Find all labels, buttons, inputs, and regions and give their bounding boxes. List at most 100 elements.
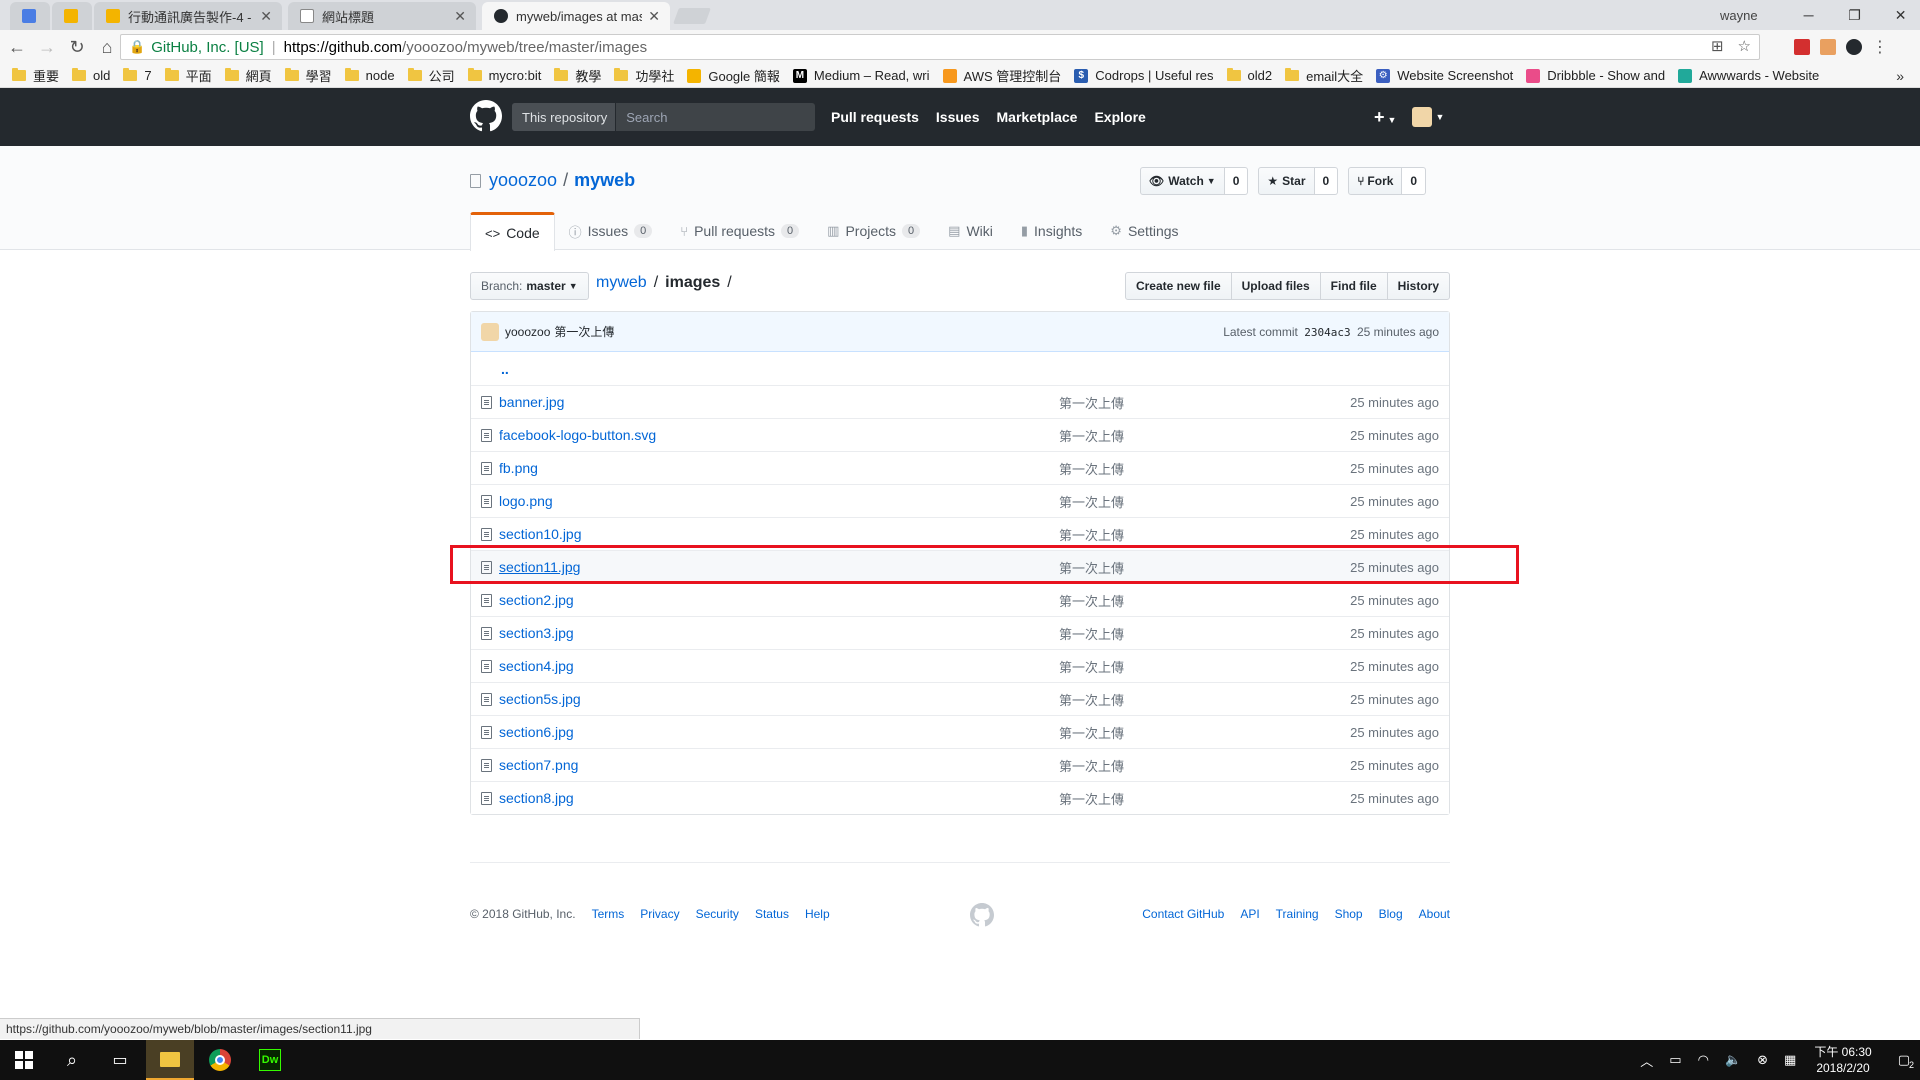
extension-orange-icon[interactable] xyxy=(1820,39,1836,55)
file-commit-message[interactable]: 第一次上傳 xyxy=(1059,624,1309,643)
star-count[interactable]: 0 xyxy=(1314,167,1339,195)
taskbar-clock[interactable]: 下午 06:30 2018/2/20 xyxy=(1814,1044,1871,1076)
repo-owner-link[interactable]: yooozoo xyxy=(489,170,557,191)
file-name-link[interactable]: section8.jpg xyxy=(499,790,1059,806)
extension-red-icon[interactable] xyxy=(1794,39,1810,55)
browser-tab-active[interactable]: myweb/images at mast ✕ xyxy=(482,2,670,30)
ev-certificate-label[interactable]: GitHub, Inc. [US] xyxy=(151,39,264,56)
close-tab-icon[interactable]: ✕ xyxy=(648,8,660,25)
footer-link-contact-github[interactable]: Contact GitHub xyxy=(1142,907,1224,921)
chrome-menu-icon[interactable]: ⋮ xyxy=(1872,37,1888,57)
file-commit-message[interactable]: 第一次上傳 xyxy=(1059,756,1309,775)
footer-link-shop[interactable]: Shop xyxy=(1335,907,1363,921)
file-name-link[interactable]: section10.jpg xyxy=(499,526,1059,542)
repo-name-link[interactable]: myweb xyxy=(574,170,635,191)
chrome-taskbar-icon[interactable] xyxy=(196,1040,244,1080)
github-extension-icon[interactable] xyxy=(1846,39,1862,55)
file-explorer-icon[interactable] xyxy=(146,1040,194,1080)
footer-link-security[interactable]: Security xyxy=(696,907,739,921)
bookmark-item[interactable]: email大全 xyxy=(1285,66,1363,85)
tab-code[interactable]: <> Code xyxy=(470,212,555,251)
bookmark-item[interactable]: 7 xyxy=(123,68,152,83)
file-name-link[interactable]: section7.png xyxy=(499,757,1059,773)
history-button[interactable]: History xyxy=(1386,272,1450,300)
back-icon[interactable]: ← xyxy=(4,37,30,58)
bookmark-item[interactable]: 學習 xyxy=(284,66,332,85)
volume-icon[interactable]: 🔈 xyxy=(1725,1052,1741,1068)
network-status-icon[interactable]: ⊗ xyxy=(1757,1052,1768,1068)
dreamweaver-taskbar-icon[interactable]: Dw xyxy=(246,1040,294,1080)
file-name-link[interactable]: logo.png xyxy=(499,493,1059,509)
search-icon[interactable]: ⌕ xyxy=(48,1040,96,1080)
bookmark-item[interactable]: Google 簡報 xyxy=(687,66,780,85)
file-name-link[interactable]: facebook-logo-button.svg xyxy=(499,427,1059,443)
star-button[interactable]: ★ Star xyxy=(1258,167,1315,195)
file-commit-message[interactable]: 第一次上傳 xyxy=(1059,690,1309,709)
file-name-link[interactable]: fb.png xyxy=(499,460,1059,476)
bookmark-item[interactable]: mycro:bit xyxy=(467,68,541,83)
footer-link-blog[interactable]: Blog xyxy=(1379,907,1403,921)
reload-icon[interactable]: ↻ xyxy=(64,37,90,58)
battery-icon[interactable]: ▭ xyxy=(1669,1052,1681,1068)
file-commit-message[interactable]: 第一次上傳 xyxy=(1059,393,1309,412)
github-mark-icon[interactable] xyxy=(970,903,994,927)
browser-tab-3[interactable]: 行動通訊廣告製作-4 - G ✕ xyxy=(94,2,282,30)
bookmark-item[interactable]: $ Codrops | Useful res xyxy=(1074,68,1214,83)
tab-pull-requests[interactable]: ⑂ Pull requests 0 xyxy=(666,212,813,250)
create-new-file-button[interactable]: Create new file xyxy=(1124,272,1232,300)
file-name-link[interactable]: banner.jpg xyxy=(499,394,1059,410)
bookmark-item[interactable]: ⚙ Website Screenshot xyxy=(1376,68,1513,83)
bookmark-item[interactable]: old2 xyxy=(1226,68,1272,83)
task-view-icon[interactable]: ▭ xyxy=(96,1040,144,1080)
profile-name[interactable]: wayne xyxy=(1720,8,1758,23)
keyboard-icon[interactable]: ▦ xyxy=(1784,1052,1796,1068)
file-commit-message[interactable]: 第一次上傳 xyxy=(1059,492,1309,511)
bookmark-item[interactable]: 平面 xyxy=(164,66,212,85)
footer-link-api[interactable]: API xyxy=(1240,907,1259,921)
commit-author[interactable]: yooozoo xyxy=(505,325,550,339)
tab-settings[interactable]: ⚙ Settings xyxy=(1096,212,1192,250)
file-name-link[interactable]: section2.jpg xyxy=(499,592,1059,608)
bookmark-item[interactable]: AWS 管理控制台 xyxy=(942,66,1061,85)
nav-pull-requests[interactable]: Pull requests xyxy=(831,109,919,125)
user-menu[interactable]: ▼ xyxy=(1412,107,1444,127)
breadcrumb-root[interactable]: myweb xyxy=(596,274,647,292)
github-logo-icon[interactable] xyxy=(470,100,502,132)
bookmark-item[interactable]: 網頁 xyxy=(224,66,272,85)
commit-message[interactable]: 第一次上傳 xyxy=(554,323,614,340)
footer-link-status[interactable]: Status xyxy=(755,907,789,921)
file-commit-message[interactable]: 第一次上傳 xyxy=(1059,591,1309,610)
file-name-link[interactable]: section11.jpg xyxy=(499,559,1059,575)
bookmark-item[interactable]: node xyxy=(344,68,395,83)
minimize-icon[interactable]: ─ xyxy=(1786,7,1832,23)
file-commit-message[interactable]: 第一次上傳 xyxy=(1059,459,1309,478)
bookmark-item[interactable]: Awwwards - Website xyxy=(1678,68,1819,83)
action-center-icon[interactable]: ▢ 2 xyxy=(1898,1052,1914,1070)
browser-tab-4[interactable]: 網站標題 ✕ xyxy=(288,2,476,30)
file-name-link[interactable]: section4.jpg xyxy=(499,658,1059,674)
restore-icon[interactable]: ❐ xyxy=(1832,7,1878,24)
bookmark-star-icon[interactable]: ☆ xyxy=(1738,37,1751,55)
file-commit-message[interactable]: 第一次上傳 xyxy=(1059,789,1309,808)
fork-button[interactable]: ⑂ Fork xyxy=(1348,167,1403,195)
bookmark-item[interactable]: old xyxy=(72,68,110,83)
footer-link-about[interactable]: About xyxy=(1419,907,1450,921)
nav-marketplace[interactable]: Marketplace xyxy=(997,109,1078,125)
start-button[interactable] xyxy=(0,1040,48,1080)
tab-issues[interactable]: ⓘ Issues 0 xyxy=(555,212,667,250)
file-name-link[interactable]: section3.jpg xyxy=(499,625,1059,641)
file-name-link[interactable]: section5s.jpg xyxy=(499,691,1059,707)
bookmark-item[interactable]: 重要 xyxy=(12,66,59,85)
watch-count[interactable]: 0 xyxy=(1224,167,1249,195)
tab-projects[interactable]: ▥ Projects 0 xyxy=(813,212,934,250)
file-commit-message[interactable]: 第一次上傳 xyxy=(1059,525,1309,544)
find-file-button[interactable]: Find file xyxy=(1319,272,1388,300)
browser-tab-1[interactable] xyxy=(10,2,50,30)
commit-author-avatar[interactable] xyxy=(481,322,499,341)
address-bar[interactable]: 🔒 GitHub, Inc. [US] | https://github.com… xyxy=(120,34,1760,60)
branch-select-button[interactable]: Branch: master ▼ xyxy=(470,272,589,300)
file-commit-message[interactable]: 第一次上傳 xyxy=(1059,558,1309,577)
repo-search[interactable]: This repository Search xyxy=(512,103,815,131)
tab-wiki[interactable]: ▤ Wiki xyxy=(934,212,1007,250)
translate-icon[interactable]: ⊞ xyxy=(1711,37,1724,55)
